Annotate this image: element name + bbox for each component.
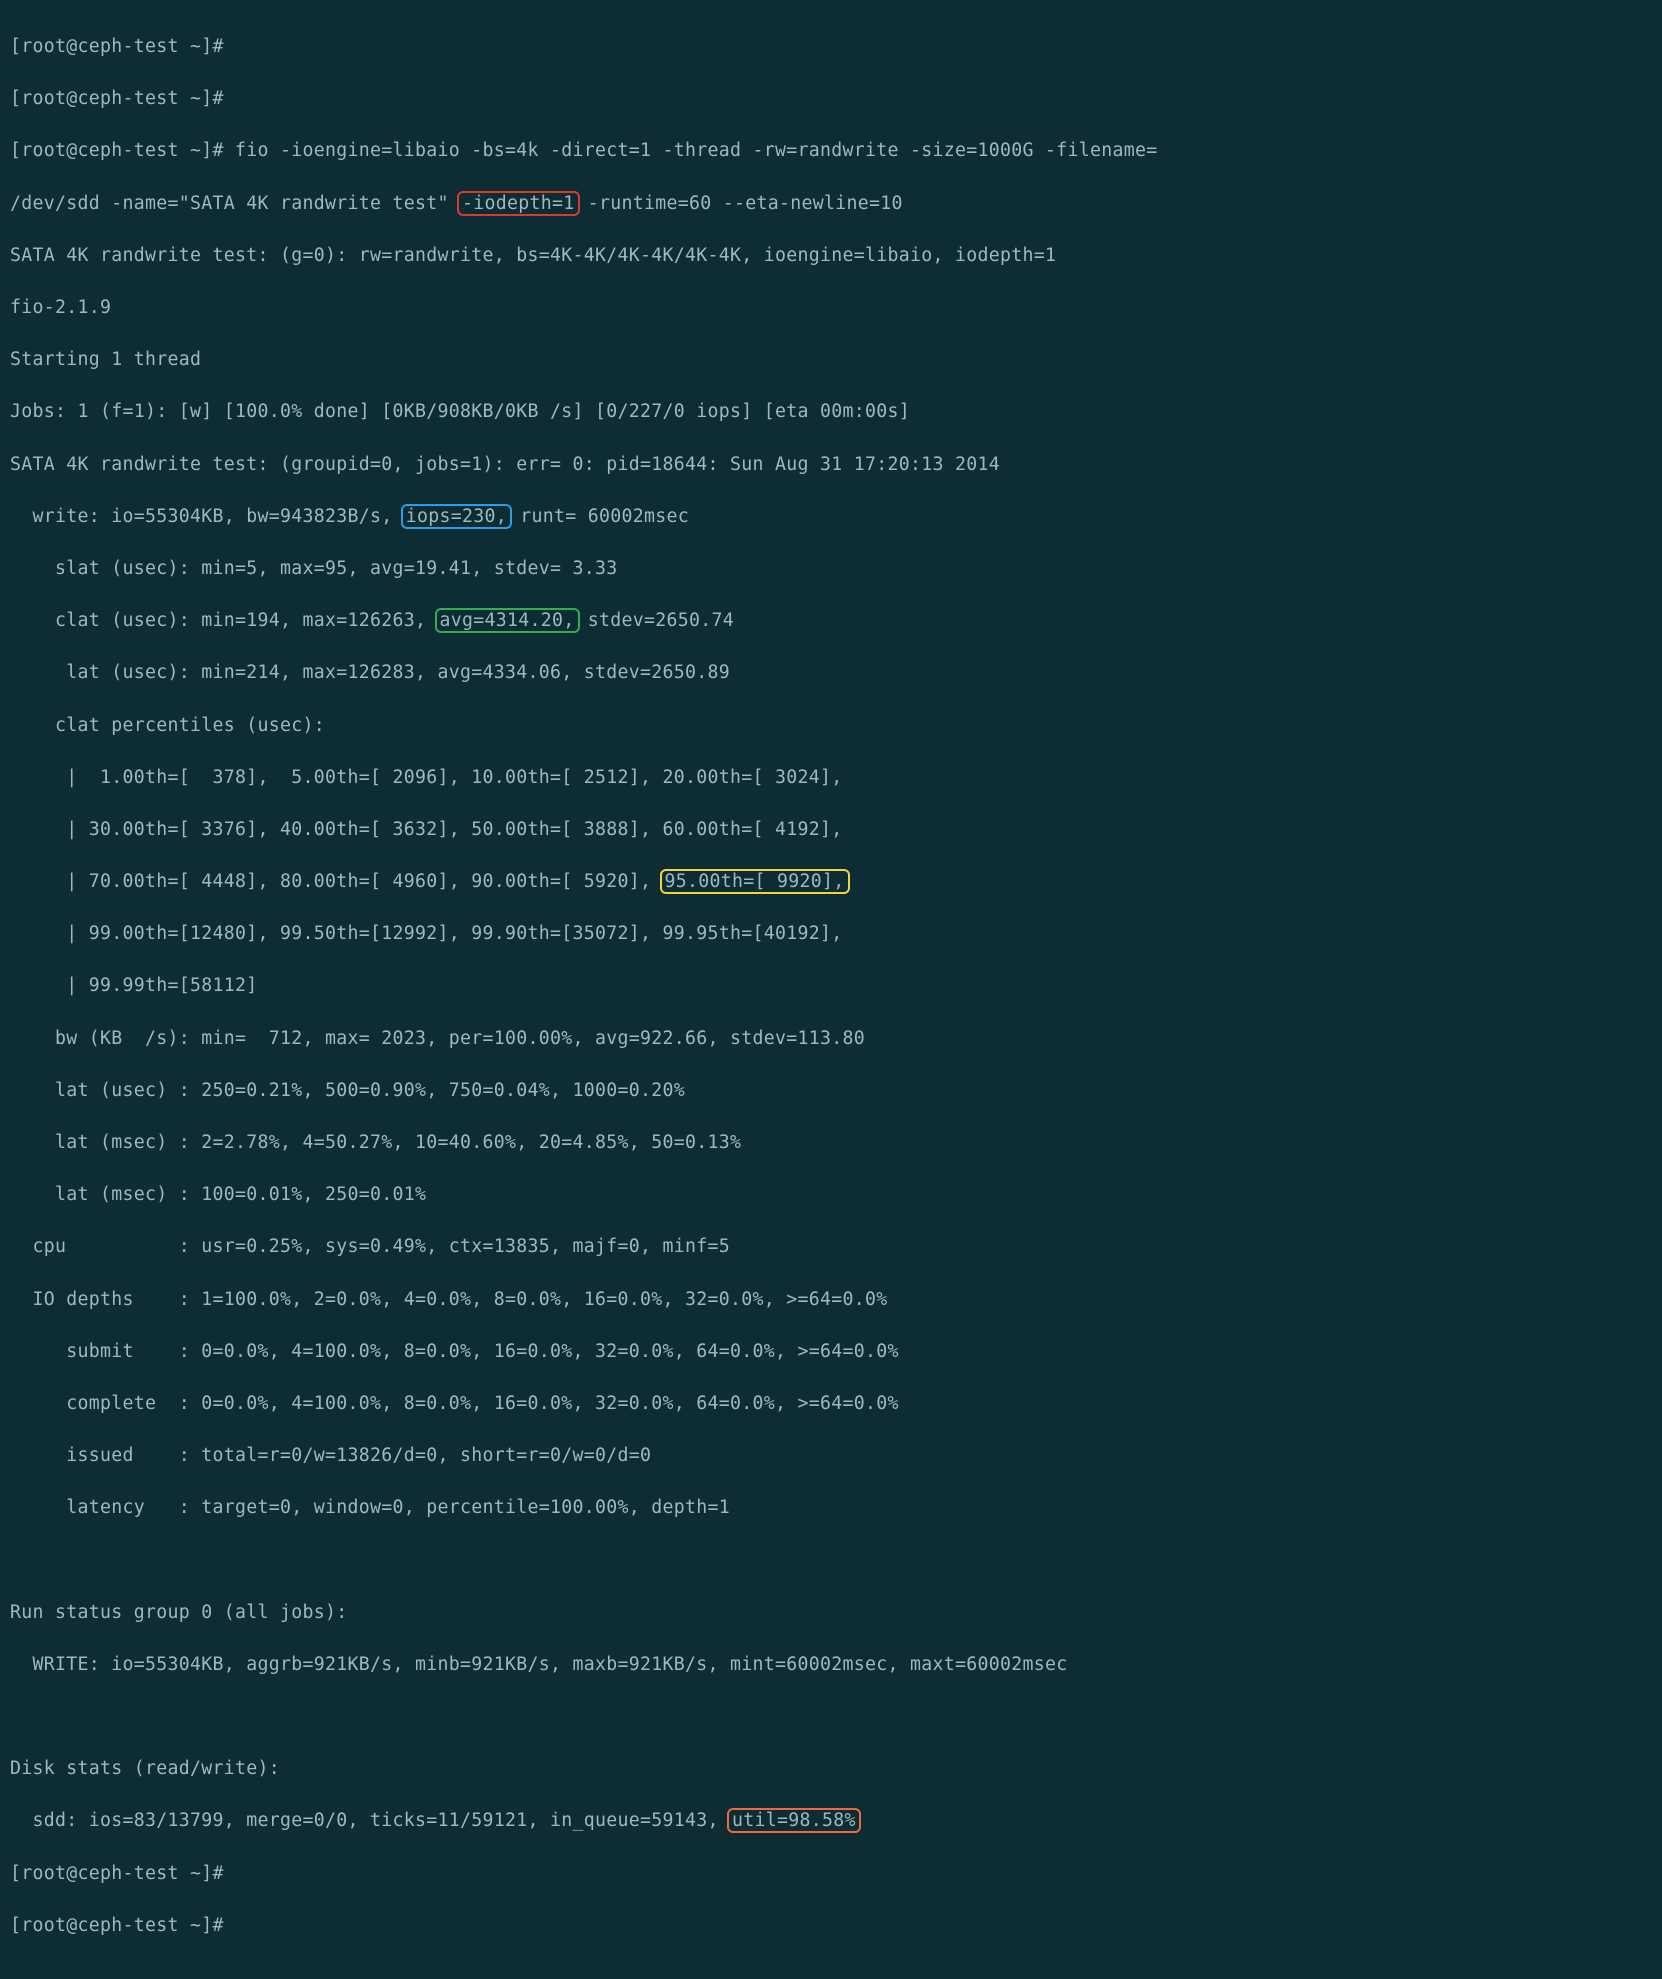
output-percentiles-header: clat percentiles (usec): [10,713,1652,739]
command-line[interactable]: [root@ceph-test ~]# fio -ioengine=libaio… [10,138,1652,164]
output-blank [10,1548,1652,1574]
shell-prompt[interactable]: [root@ceph-test ~]# [10,1861,1652,1887]
output-issued: issued : total=r=0/w=13826/d=0, short=r=… [10,1443,1652,1469]
clat-post: stdev=2650.74 [577,610,735,631]
output-starting: Starting 1 thread [10,347,1652,373]
highlight-p95: 95.00th=[ 9920], [660,869,850,894]
command-text-part1: fio -ioengine=libaio -bs=4k -direct=1 -t… [235,140,1157,161]
output-job-header: SATA 4K randwrite test: (groupid=0, jobs… [10,452,1652,478]
command-line[interactable]: /dev/sdd -name="SATA 4K randwrite test" … [10,191,1652,217]
output-percentile-row: | 30.00th=[ 3376], 40.00th=[ 3632], 50.0… [10,817,1652,843]
command-text-part3: -runtime=60 --eta-newline=10 [577,193,903,214]
output-run-status-write: WRITE: io=55304KB, aggrb=921KB/s, minb=9… [10,1652,1652,1678]
shell-prompt[interactable]: [root@ceph-test ~]# [10,1913,1652,1939]
output-percentile-row: | 70.00th=[ 4448], 80.00th=[ 4960], 90.0… [10,869,1652,895]
output-disk-stats: sdd: ios=83/13799, merge=0/0, ticks=11/5… [10,1808,1652,1834]
output-percentile-row: | 99.00th=[12480], 99.50th=[12992], 99.9… [10,921,1652,947]
highlight-util: util=98.58% [727,1808,861,1833]
output-lat: lat (usec): min=214, max=126283, avg=433… [10,660,1652,686]
output-job-definition: SATA 4K randwrite test: (g=0): rw=randwr… [10,243,1652,269]
output-latency: latency : target=0, window=0, percentile… [10,1495,1652,1521]
output-slat: slat (usec): min=5, max=95, avg=19.41, s… [10,556,1652,582]
output-blank [10,1704,1652,1730]
output-lat-msec: lat (msec) : 100=0.01%, 250=0.01% [10,1182,1652,1208]
highlight-clat-avg: avg=4314.20, [435,608,580,633]
output-cpu: cpu : usr=0.25%, sys=0.49%, ctx=13835, m… [10,1234,1652,1260]
output-write-summary: write: io=55304KB, bw=943823B/s, iops=23… [10,504,1652,530]
clat-pre: clat (usec): min=194, max=126263, [10,610,438,631]
output-lat-msec: lat (msec) : 2=2.78%, 4=50.27%, 10=40.60… [10,1130,1652,1156]
highlight-iops: iops=230, [401,504,512,529]
output-io-depths: IO depths : 1=100.0%, 2=0.0%, 4=0.0%, 8=… [10,1287,1652,1313]
output-percentile-row: | 1.00th=[ 378], 5.00th=[ 2096], 10.00th… [10,765,1652,791]
terminal-output: [root@ceph-test ~]# [root@ceph-test ~]# … [0,0,1662,1979]
output-jobs-progress: Jobs: 1 (f=1): [w] [100.0% done] [0KB/90… [10,399,1652,425]
pct3-pre: | 70.00th=[ 4448], 80.00th=[ 4960], 90.0… [10,871,663,892]
write-post: runt= 60002msec [509,506,689,527]
disk-stats-pre: sdd: ios=83/13799, merge=0/0, ticks=11/5… [10,1810,730,1831]
output-run-status-header: Run status group 0 (all jobs): [10,1600,1652,1626]
output-clat: clat (usec): min=194, max=126263, avg=43… [10,608,1652,634]
output-complete: complete : 0=0.0%, 4=100.0%, 8=0.0%, 16=… [10,1391,1652,1417]
shell-prompt-text: [root@ceph-test ~]# [10,140,235,161]
output-bw: bw (KB /s): min= 712, max= 2023, per=100… [10,1026,1652,1052]
shell-prompt[interactable]: [root@ceph-test ~]# [10,86,1652,112]
output-disk-stats-header: Disk stats (read/write): [10,1756,1652,1782]
output-lat-usec: lat (usec) : 250=0.21%, 500=0.90%, 750=0… [10,1078,1652,1104]
shell-prompt[interactable]: [root@ceph-test ~]# [10,34,1652,60]
command-text-part2: /dev/sdd -name="SATA 4K randwrite test" [10,193,460,214]
output-submit: submit : 0=0.0%, 4=100.0%, 8=0.0%, 16=0.… [10,1339,1652,1365]
highlight-iodepth-flag: -iodepth=1 [457,191,580,216]
output-percentile-row: | 99.99th=[58112] [10,973,1652,999]
output-fio-version: fio-2.1.9 [10,295,1652,321]
write-pre: write: io=55304KB, bw=943823B/s, [10,506,404,527]
